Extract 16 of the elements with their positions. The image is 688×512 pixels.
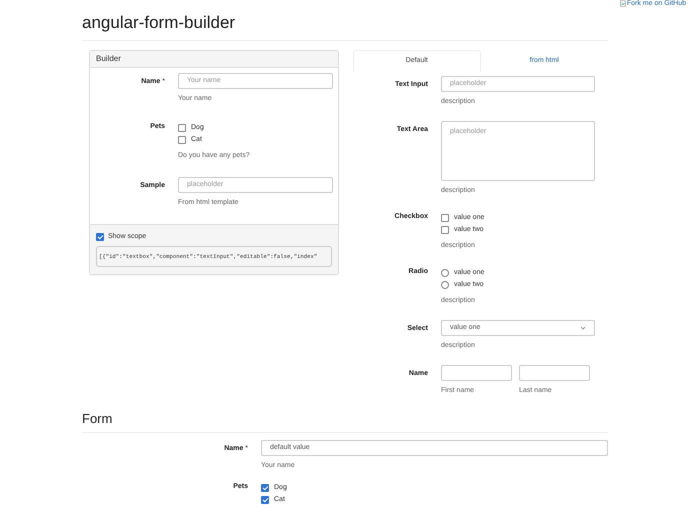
text-input[interactable]	[441, 365, 512, 381]
broken-image-icon	[620, 0, 626, 7]
radio-button[interactable]	[441, 281, 449, 289]
checkbox[interactable]	[261, 484, 269, 492]
section-title: Form	[82, 410, 112, 427]
chevron-down-icon	[580, 326, 586, 330]
radio-button[interactable]	[441, 269, 449, 277]
checkbox[interactable]	[261, 496, 269, 504]
checkbox[interactable]	[178, 124, 186, 132]
checkbox[interactable]	[441, 226, 449, 234]
checkbox[interactable]	[178, 136, 186, 144]
text-input[interactable]	[519, 365, 590, 381]
checkbox[interactable]	[441, 214, 449, 222]
page-title: angular-form-builder	[82, 12, 236, 34]
checkbox[interactable]	[96, 233, 104, 241]
panel-header: Builder	[90, 51, 338, 68]
